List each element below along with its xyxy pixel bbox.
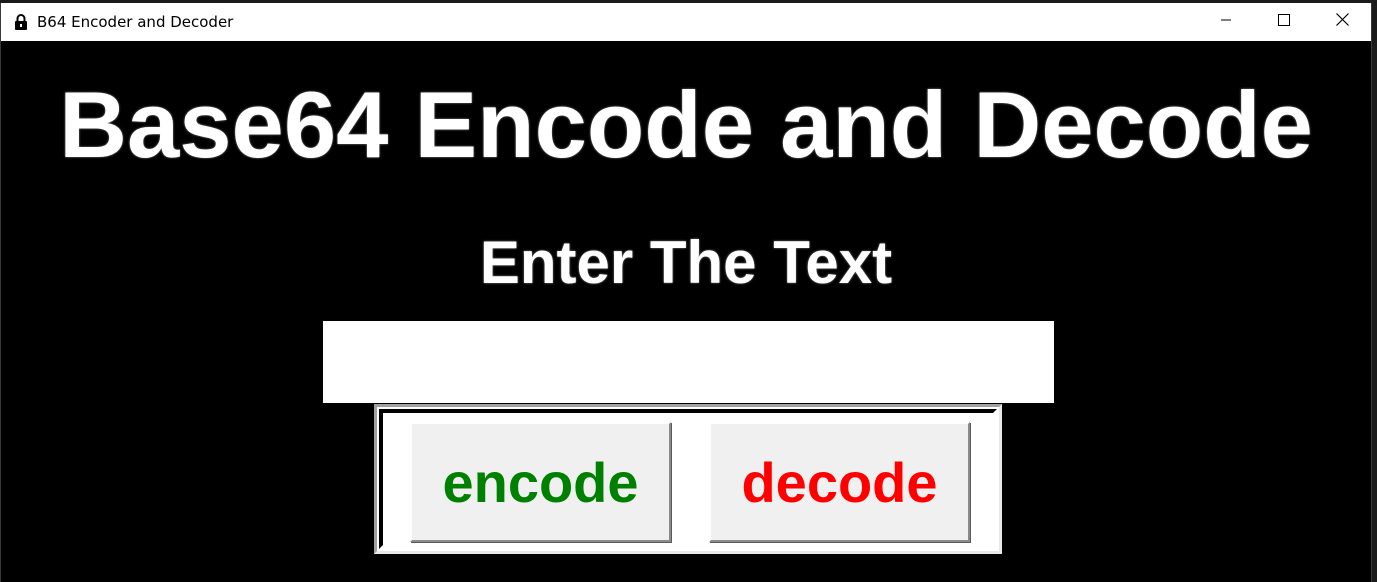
lock-icon xyxy=(13,14,29,30)
maximize-icon xyxy=(1278,13,1290,31)
text-input[interactable] xyxy=(323,321,1054,403)
input-prompt-label: Enter The Text xyxy=(479,229,893,296)
app-window: B64 Encoder and Decoder Base64 Encode an… xyxy=(0,3,1372,582)
minimize-button[interactable] xyxy=(1197,3,1255,41)
window-title: B64 Encoder and Decoder xyxy=(37,13,234,31)
page-title: Base64 Encode and Decode xyxy=(59,72,1313,177)
decode-button[interactable]: decode xyxy=(709,422,970,542)
close-icon xyxy=(1335,13,1349,31)
window-controls xyxy=(1197,3,1371,41)
encode-button[interactable]: encode xyxy=(410,422,671,542)
button-frame: encode decode xyxy=(374,404,1002,554)
button-frame-inner: encode decode xyxy=(379,409,997,549)
maximize-button[interactable] xyxy=(1255,3,1313,41)
title-bar[interactable]: B64 Encoder and Decoder xyxy=(1,3,1371,41)
minimize-icon xyxy=(1220,13,1232,31)
close-button[interactable] xyxy=(1313,3,1371,41)
